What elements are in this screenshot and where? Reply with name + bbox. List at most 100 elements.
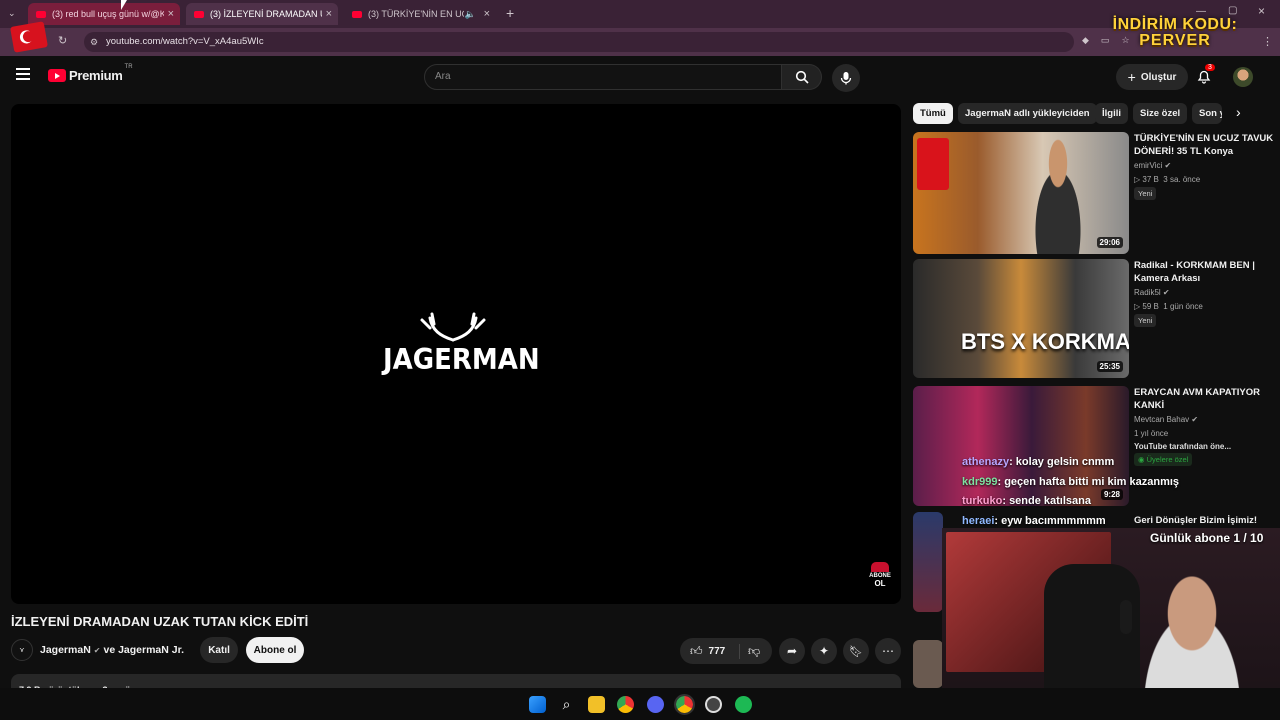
- related-channel-2[interactable]: Radik5l ✔: [1134, 288, 1170, 297]
- address-bar-row: ↻ ⚙ youtube.com/watch?v=V_xA4au5WIc ◆ ▭ ☆ …: [0, 21, 1280, 56]
- youtube-play-icon: [48, 69, 66, 82]
- related-channel-1[interactable]: emirVici ✔: [1134, 161, 1171, 170]
- close-tab-icon[interactable]: ×: [484, 8, 490, 20]
- share-icon: ➦: [786, 644, 798, 658]
- related-title-3[interactable]: ERAYCAN AVM KAPATIYOR KANKİ: [1134, 386, 1274, 412]
- channel-avatar[interactable]: ⋎: [11, 639, 33, 661]
- search-icon[interactable]: ⌕: [558, 696, 575, 713]
- app-icon[interactable]: [705, 696, 722, 713]
- chat-text: : kolay gelsin cnmm: [1009, 456, 1115, 468]
- site-info-icon[interactable]: ⚙: [90, 32, 98, 52]
- player-logo-text: JAGERMAN: [383, 343, 540, 377]
- search-button[interactable]: [782, 64, 822, 90]
- chips-next-icon[interactable]: ›: [1236, 104, 1241, 120]
- subscribe-watermark[interactable]: ABONE OL: [867, 562, 893, 588]
- voice-search-button[interactable]: [832, 64, 860, 92]
- chip-all[interactable]: Tümü: [913, 103, 953, 124]
- create-label: Oluştur: [1140, 71, 1177, 83]
- search-input[interactable]: Ara: [424, 64, 782, 90]
- related-title-2[interactable]: Radikal - KORKMAM BEN | Kamera Arkası: [1134, 259, 1274, 285]
- tab-2[interactable]: (3) İZLEYENİ DRAMADAN UZAK ×: [186, 3, 338, 25]
- share-button[interactable]: ➦: [779, 638, 805, 664]
- related-channel-3[interactable]: Mevtcan Bahav ✔: [1134, 415, 1198, 424]
- channel-label: Radik5l: [1134, 288, 1161, 297]
- chat-message: heraei: eyw bacımmmmmm: [962, 515, 1106, 527]
- menu-dots-icon[interactable]: ⋮: [1262, 35, 1273, 48]
- like-button[interactable]: 👍︎ 777: [680, 643, 740, 659]
- antlers-icon: [420, 312, 486, 342]
- watermark-line-2: OL: [874, 579, 886, 588]
- chrome-icon[interactable]: [617, 696, 634, 713]
- related-thumbnail-5[interactable]: [913, 640, 943, 688]
- sparkle-icon: ✦: [818, 644, 830, 658]
- chat-message: athenazy: kolay gelsin cnmm: [962, 456, 1114, 468]
- plus-icon: +: [1127, 69, 1136, 85]
- new-tab-button[interactable]: +: [506, 5, 514, 21]
- chip-related[interactable]: İlgili: [1095, 103, 1128, 124]
- video-title: İZLEYENİ DRAMADAN UZAK TUTAN KİCK EDİTİ: [11, 614, 309, 629]
- related-featured-3: YouTube tarafından öne...: [1134, 442, 1232, 451]
- avatar[interactable]: [1233, 67, 1253, 87]
- close-tab-icon[interactable]: ×: [326, 8, 332, 20]
- windows-start-icon[interactable]: [529, 696, 546, 713]
- subscribe-button[interactable]: Abone ol: [246, 637, 305, 663]
- chip-for-you[interactable]: Size özel: [1133, 103, 1188, 124]
- save-button[interactable]: 🔖︎: [843, 638, 869, 664]
- spotify-icon[interactable]: [735, 696, 752, 713]
- file-explorer-icon[interactable]: [588, 696, 605, 713]
- region-code: TR: [124, 64, 133, 70]
- more-dots-icon: ⋯: [882, 644, 894, 658]
- tab-list-chevron-icon[interactable]: ⌄: [8, 8, 16, 19]
- tab-1-label: (3) red bull uçuş günü w/@Kon: [52, 9, 164, 19]
- speaker-icon[interactable]: 🔈: [465, 9, 476, 20]
- chip-from-uploader[interactable]: JagermaN adlı yükleyiciden: [958, 103, 1097, 124]
- related-thumbnail-3[interactable]: 9:28: [913, 386, 1129, 506]
- dislike-button[interactable]: 👎︎: [740, 642, 760, 660]
- chip-recent[interactable]: Son y: [1192, 103, 1222, 124]
- hamburger-menu-icon[interactable]: [16, 68, 30, 80]
- youtube-logo[interactable]: Premium TR: [48, 64, 133, 83]
- maximize-icon[interactable]: ▢: [1228, 5, 1237, 16]
- chat-text: : sende katılsana: [1002, 495, 1091, 507]
- browser-tab-bar: ⌄ (3) red bull uçuş günü w/@Kon × (3) İZ…: [0, 0, 1280, 28]
- url-field[interactable]: ⚙ youtube.com/watch?v=V_xA4au5WIc: [84, 32, 1074, 52]
- video-duration: 25:35: [1096, 361, 1123, 372]
- related-title-1[interactable]: TÜRKİYE'NİN EN UCUZ TAVUK DÖNERİ! 35 TL …: [1134, 132, 1274, 158]
- ask-ai-button[interactable]: ✦: [811, 638, 837, 664]
- channel-label: Mevtcan Bahav: [1134, 415, 1190, 424]
- person-figure: [1023, 138, 1093, 254]
- channel-name[interactable]: JagermaN: [40, 644, 91, 656]
- tab-1[interactable]: (3) red bull uçuş günü w/@Kon ×: [28, 3, 180, 25]
- close-tab-icon[interactable]: ×: [168, 8, 174, 20]
- related-meta-3: 1 yıl önce: [1134, 429, 1169, 438]
- tab-3[interactable]: (3) TÜRKİYE'NİN EN UCUZ 🔈 ×: [344, 3, 496, 25]
- reload-icon[interactable]: ↻: [58, 34, 67, 47]
- notification-count-badge: 3: [1205, 64, 1215, 71]
- verified-icon: ✔: [93, 645, 101, 655]
- notifications-button[interactable]: 3: [1196, 64, 1215, 89]
- turkey-flag-icon: [10, 21, 48, 53]
- video-duration: 29:06: [1096, 237, 1123, 248]
- create-button[interactable]: + Oluştur: [1116, 64, 1188, 90]
- related-meta-1: ▷ 37 B 3 sa. önce: [1134, 175, 1201, 184]
- channel-collab[interactable]: ve JagermaN Jr.: [103, 644, 184, 656]
- like-dislike-group: 👍︎ 777 👎︎: [680, 638, 772, 664]
- join-button[interactable]: Katıl: [200, 637, 239, 663]
- watermark-icon: [871, 562, 889, 572]
- related-thumbnail-2[interactable]: BTS X KORKMAM BEN 25:35: [913, 259, 1129, 378]
- video-duration: 9:28: [1100, 489, 1123, 500]
- more-actions-button[interactable]: ⋯: [875, 638, 901, 664]
- daily-subs-counter: Günlük abone 1 / 10: [1150, 531, 1264, 545]
- mouse-cursor-icon: [121, 0, 127, 10]
- bookmark-icon: 🔖︎: [849, 645, 863, 658]
- members-label: Üyelere özel: [1146, 455, 1189, 464]
- tab-3-label: (3) TÜRKİYE'NİN EN UCUZ: [368, 9, 464, 19]
- related-thumbnail-4[interactable]: [913, 512, 943, 612]
- related-title-4[interactable]: Geri Dönüşler Bizim İşimiz!: [1134, 514, 1274, 527]
- video-player[interactable]: JAGERMAN ABONE OL: [11, 104, 901, 604]
- promo-overlay: İNDİRİM KODU: PERVER: [1100, 16, 1250, 50]
- discord-icon[interactable]: [647, 696, 664, 713]
- close-window-icon[interactable]: ×: [1258, 4, 1265, 18]
- chrome-profile-icon[interactable]: [674, 694, 695, 715]
- related-thumbnail-1[interactable]: 29:06: [913, 132, 1129, 254]
